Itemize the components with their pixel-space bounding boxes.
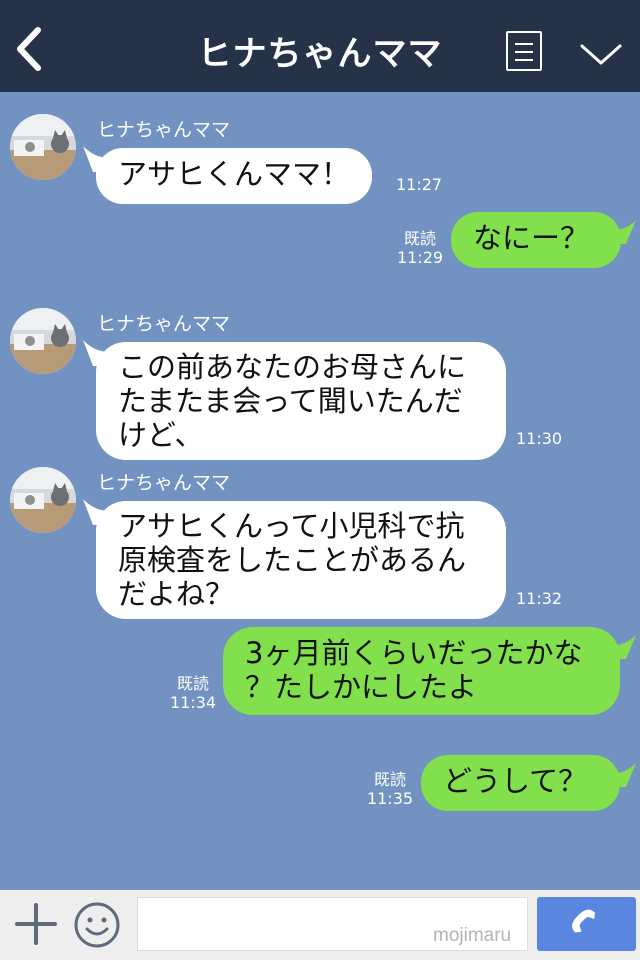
message-line: けど、 [118,418,204,452]
message-time: 11:27 [396,175,443,194]
chat-title: ヒナちゃんママ [197,34,443,74]
avatar[interactable] [10,467,76,533]
message-bubble[interactable]: アサヒくんママ！ [96,148,373,204]
phone-icon [572,909,595,933]
message-text: なにー？ [473,221,590,255]
message-time: 11:35 [366,789,414,808]
read-receipt: 既読 [403,229,436,248]
message-time: 11:29 [396,248,444,267]
emoji-button[interactable] [73,901,121,949]
message-status: 既読 11:34 [168,674,218,712]
message-bubble[interactable]: どうして？ [421,755,620,811]
message-status: 既読 11:29 [396,229,444,267]
chevron-down-icon [580,44,622,65]
read-receipt: 既読 [176,674,209,693]
message-text: どうして？ [443,764,588,798]
avatar[interactable] [10,114,76,180]
message-text: アサヒくんママ！ [118,157,351,191]
message-bubble[interactable]: 3ヶ月前くらいだったかな ？たしかにしたよ [223,627,620,715]
message-bubble[interactable]: この前あなたのお母さんに たまたま会って聞いたんだ けど、 [96,342,506,460]
back-icon [17,27,41,71]
plus-icon [15,903,57,945]
message-line: 3ヶ月前くらいだったかな [245,636,583,670]
read-receipt: 既読 [373,770,406,789]
message-time: 11:30 [516,429,563,448]
message-line: たまたま会って聞いたんだ [118,384,463,418]
message-time: 11:34 [169,693,217,712]
smiley-icon [74,902,120,948]
chat-header: ヒナちゃんママ [0,0,640,92]
more-button[interactable] [576,36,626,70]
sender-name: ヒナちゃんママ [97,313,231,335]
message-line: だよね？ [118,577,235,611]
message-line: 原検査をしたことがあるん [118,543,467,577]
watermark: mojimaru [433,925,512,946]
message-line: ？たしかにしたよ [245,670,478,704]
message-bubble[interactable]: なにー？ [451,212,621,268]
message-bubble[interactable]: アサヒくんって小児科で抗 原検査をしたことがあるん だよね？ [96,501,506,619]
sender-name: ヒナちゃんママ [97,119,231,141]
message-time: 11:32 [516,589,563,608]
menu-button[interactable] [506,31,542,71]
avatar[interactable] [10,308,76,374]
back-button[interactable] [8,22,52,76]
call-button[interactable] [537,897,636,951]
add-button[interactable] [14,902,58,946]
message-line: この前あなたのお母さんに [118,350,467,384]
sender-name: ヒナちゃんママ [97,472,231,494]
message-line: アサヒくんって小児科で抗 [118,509,465,543]
message-status: 既読 11:35 [366,770,414,808]
chat-area[interactable]: ヒナちゃんママ アサヒくんママ！ 11:27 既読 11:29 なにー？ ヒナち… [0,92,640,890]
